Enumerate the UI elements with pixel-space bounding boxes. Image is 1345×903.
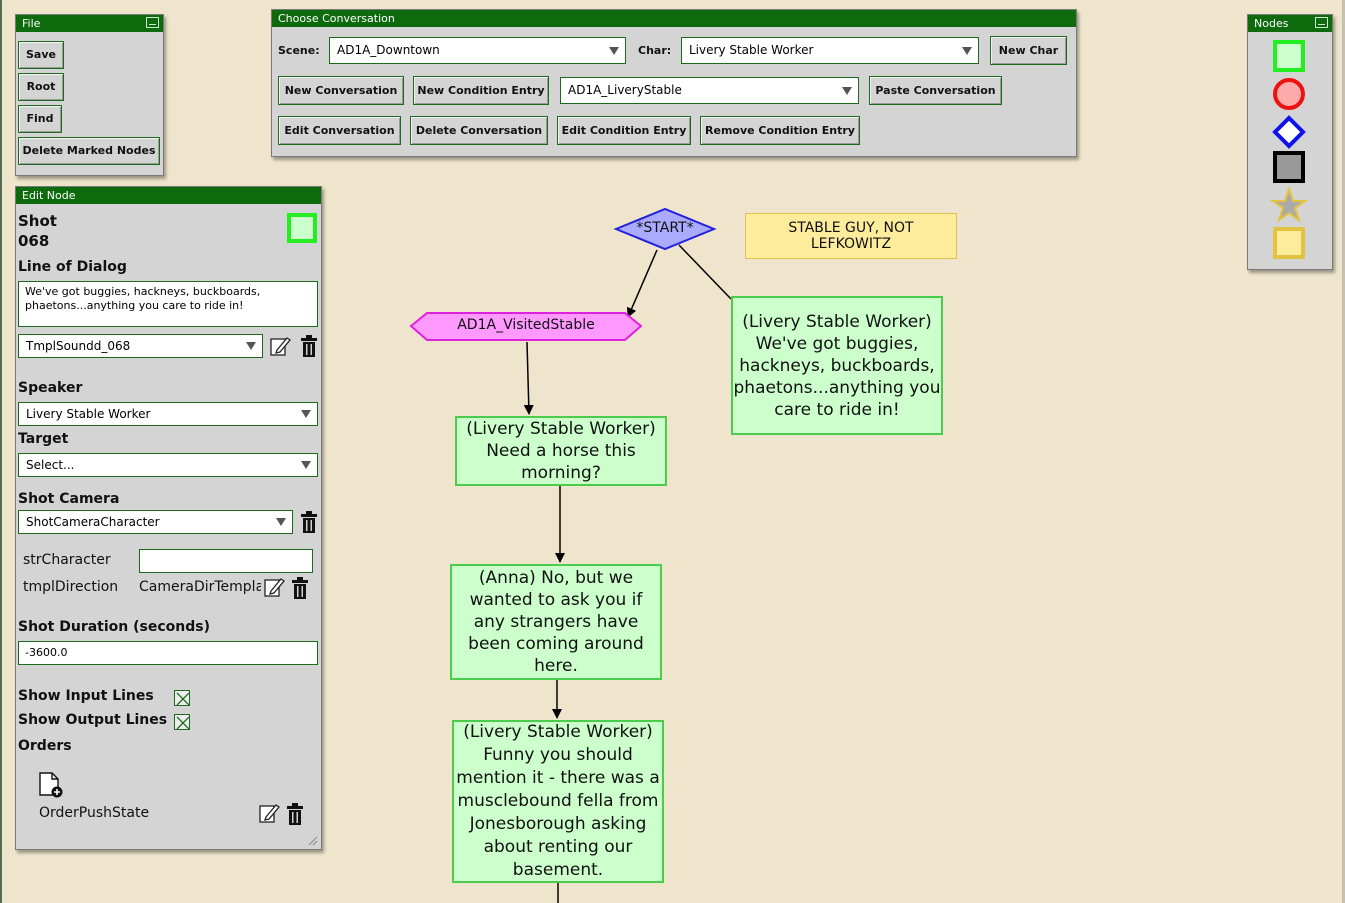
note-node[interactable]: STABLE GUY, NOT LEFKOWITZ	[745, 213, 957, 259]
trash-icon[interactable]	[299, 510, 319, 534]
condition-node[interactable]: AD1A_VisitedStable	[411, 317, 641, 333]
chevron-down-icon	[842, 86, 852, 95]
resize-grip-icon[interactable]	[308, 836, 318, 846]
target-dropdown[interactable]: Select...	[18, 453, 318, 477]
str-character-input[interactable]	[139, 549, 313, 573]
square-node-icon[interactable]	[1273, 151, 1305, 183]
speaker-dropdown[interactable]: Livery Stable Worker	[18, 402, 318, 426]
sound-value: TmplSoundd_068	[26, 339, 131, 353]
trash-icon[interactable]	[290, 576, 310, 600]
dialog-node-text: (Livery Stable Worker) Need a horse this…	[466, 419, 656, 483]
paste-conversation-button[interactable]: Paste Conversation	[869, 76, 1002, 105]
speaker-label: Speaker	[18, 380, 83, 396]
file-panel-title: File	[16, 15, 163, 32]
show-output-lines-label: Show Output Lines	[18, 712, 168, 728]
condition-value: AD1A_LiveryStable	[568, 83, 682, 97]
new-char-button[interactable]: New Char	[990, 36, 1067, 65]
dialog-node-text: (Livery Stable Worker) Funny you should …	[456, 722, 660, 880]
chevron-down-icon	[301, 461, 311, 469]
edit-icon[interactable]	[263, 575, 285, 599]
target-label: Target	[18, 431, 69, 447]
shot-title-line1: Shot	[18, 212, 57, 230]
scene-label: Scene:	[278, 44, 320, 57]
str-character-label: strCharacter	[23, 552, 111, 568]
chevron-down-icon	[276, 518, 286, 526]
note-text: STABLE GUY, NOT LEFKOWITZ	[788, 220, 914, 252]
line-of-dialog-label: Line of Dialog	[18, 259, 127, 275]
shot-title-line2: 068	[18, 232, 50, 250]
show-input-lines-label: Show Input Lines	[18, 688, 154, 704]
dialog-node-worker-greeting[interactable]: (Livery Stable Worker) Need a horse this…	[455, 416, 667, 486]
shot-camera-value: ShotCameraCharacter	[26, 515, 160, 529]
dialog-node-text: (Anna) No, but we wanted to ask you if a…	[468, 568, 644, 676]
new-condition-entry-button[interactable]: New Condition Entry	[413, 76, 549, 105]
circle-node-icon[interactable]	[1273, 78, 1305, 110]
shot-duration-label: Shot Duration (seconds)	[18, 619, 210, 635]
sound-dropdown[interactable]: TmplSoundd_068	[18, 334, 263, 358]
add-order-icon[interactable]	[38, 771, 64, 799]
shot-camera-label: Shot Camera	[18, 491, 120, 507]
shot-title: Shot 068	[18, 211, 57, 251]
dialog-node-anna-question[interactable]: (Anna) No, but we wanted to ask you if a…	[450, 564, 662, 680]
tmpl-direction-value: CameraDirTemplat	[139, 579, 261, 595]
dialog-node-icon[interactable]	[1273, 40, 1305, 72]
char-label: Char:	[638, 44, 672, 57]
node-color-swatch[interactable]	[287, 213, 317, 243]
dialog-node-worker-offer[interactable]: (Livery Stable Worker) We've got buggies…	[731, 296, 943, 435]
remove-condition-entry-button[interactable]: Remove Condition Entry	[700, 116, 860, 145]
star-node-icon[interactable]	[1269, 185, 1309, 223]
start-node[interactable]: *START*	[616, 220, 714, 236]
scene-value: AD1A_Downtown	[337, 43, 440, 57]
choose-conversation-title: Choose Conversation	[272, 10, 1076, 27]
edit-node-panel: Edit Node Shot 068 Line of Dialog We've …	[15, 186, 322, 850]
trash-icon[interactable]	[299, 334, 319, 358]
edit-icon[interactable]	[258, 801, 280, 825]
shot-duration-input[interactable]: -3600.0	[18, 641, 318, 665]
speaker-value: Livery Stable Worker	[26, 407, 151, 421]
show-output-lines-checkbox[interactable]	[174, 714, 190, 730]
chevron-down-icon	[301, 410, 311, 418]
show-input-lines-checkbox[interactable]	[174, 690, 190, 706]
condition-dropdown[interactable]: AD1A_LiveryStable	[560, 77, 859, 104]
root-button[interactable]: Root	[18, 73, 64, 101]
target-value: Select...	[26, 458, 75, 472]
delete-marked-nodes-button[interactable]: Delete Marked Nodes	[18, 137, 160, 165]
chevron-down-icon	[609, 46, 619, 55]
edit-conversation-button[interactable]: Edit Conversation	[278, 116, 401, 145]
edit-node-title: Edit Node	[16, 187, 321, 204]
orders-label: Orders	[18, 738, 72, 754]
edit-condition-entry-button[interactable]: Edit Condition Entry	[557, 116, 691, 145]
nodes-panel-title-text: Nodes	[1254, 17, 1289, 30]
minimize-button[interactable]	[146, 17, 159, 28]
new-conversation-button[interactable]: New Conversation	[278, 76, 404, 105]
order-item: OrderPushState	[39, 805, 150, 821]
diamond-node-icon[interactable]	[1272, 115, 1306, 149]
note-node-icon[interactable]	[1273, 227, 1305, 259]
find-button[interactable]: Find	[18, 105, 62, 133]
scene-dropdown[interactable]: AD1A_Downtown	[329, 37, 626, 64]
nodes-panel: Nodes	[1247, 14, 1333, 270]
char-dropdown[interactable]: Livery Stable Worker	[681, 37, 979, 64]
save-button[interactable]: Save	[18, 41, 64, 69]
chevron-down-icon	[246, 342, 256, 350]
node-type-palette	[1269, 40, 1309, 259]
line-of-dialog-textarea[interactable]: We've got buggies, hackneys, buckboards,…	[18, 281, 318, 327]
file-panel-title-text: File	[22, 17, 41, 30]
edit-icon[interactable]	[269, 334, 291, 358]
minimize-button[interactable]	[1315, 17, 1328, 28]
edge-condition-to-greeting	[523, 341, 534, 415]
nodes-panel-title: Nodes	[1248, 15, 1332, 32]
edge-start-to-condition	[626, 249, 658, 318]
trash-icon[interactable]	[285, 802, 305, 826]
shot-camera-dropdown[interactable]: ShotCameraCharacter	[18, 510, 293, 534]
file-panel: File Save Root Find Delete Marked Nodes	[15, 14, 164, 176]
tmpl-direction-label: tmplDirection	[23, 579, 119, 595]
chevron-down-icon	[962, 46, 972, 55]
choose-conversation-panel: Choose Conversation Scene: AD1A_Downtown…	[271, 9, 1077, 157]
delete-conversation-button[interactable]: Delete Conversation	[410, 116, 548, 145]
edge-start-to-worker-offer	[678, 244, 732, 300]
char-value: Livery Stable Worker	[689, 43, 814, 57]
dialog-node-text: (Livery Stable Worker) We've got buggies…	[733, 311, 941, 420]
dialog-node-worker-reply[interactable]: (Livery Stable Worker) Funny you should …	[452, 720, 664, 883]
